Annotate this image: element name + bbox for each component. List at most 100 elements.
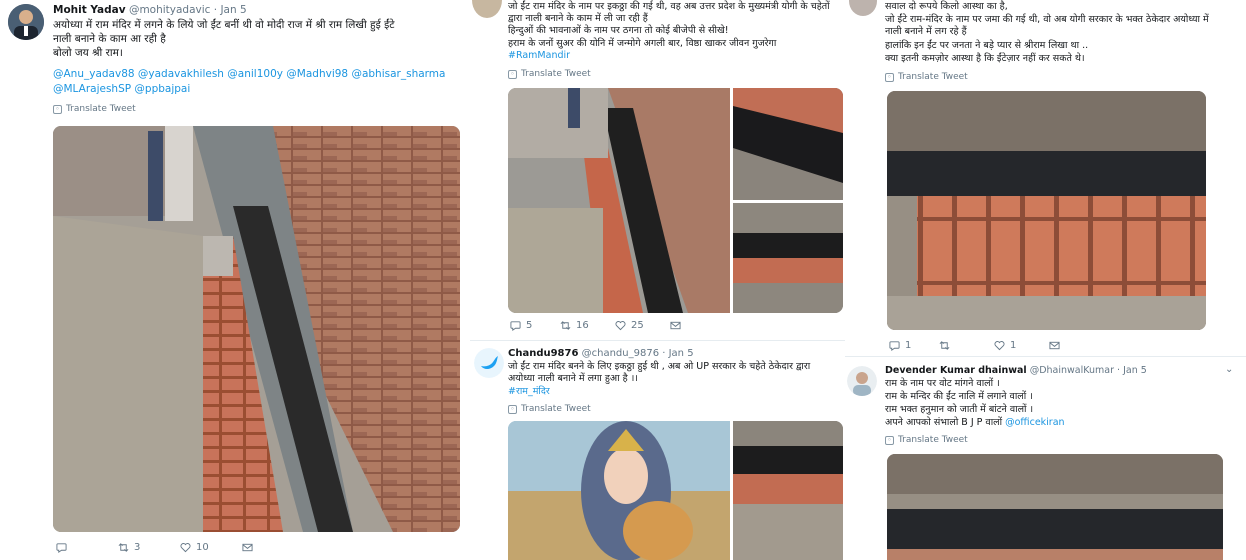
dm-button[interactable] (670, 320, 681, 331)
reply-icon (889, 341, 900, 351)
author-name[interactable]: Chandu9876 (508, 348, 578, 359)
tweet-divider (845, 356, 1246, 357)
tweet-photo[interactable] (53, 126, 460, 532)
translate-label: Translate Tweet (521, 404, 591, 414)
globe-icon: ◦ (885, 72, 894, 82)
tweet-column-1: Mohit Yadav @mohityadavic · Jan 5 अयोध्य… (0, 0, 470, 560)
tweet-date[interactable]: · Jan 5 (662, 348, 693, 359)
reply-icon (56, 543, 67, 553)
tweet-text-line: अयोध्या नाली बनाने में लगा हुआ है ।। (508, 373, 638, 384)
translate-tweet-link[interactable]: ◦ Translate Tweet (53, 104, 136, 114)
tweet-text-line: जो ईंटे राम-मंदिर के नाम पर जमा की गई थी… (885, 14, 1209, 25)
tweet-photo[interactable] (887, 91, 1206, 330)
like-count: 1 (1010, 340, 1017, 351)
tweet-text-line: नाली बनाने में लग रहे हैं (885, 26, 967, 37)
avatar[interactable] (474, 348, 504, 378)
retweet-button[interactable] (939, 340, 994, 351)
hashtag-link[interactable]: #राम_मंदिर (508, 386, 550, 398)
tweet-text-line: हराम के जनों सुअर की योनि में जन्मोगे अग… (508, 38, 777, 49)
globe-icon: ◦ (53, 104, 62, 114)
heart-icon (180, 543, 191, 553)
avatar[interactable] (849, 0, 877, 16)
reply-button[interactable]: 5 (510, 320, 560, 331)
like-button[interactable]: 25 (615, 320, 670, 331)
tweet-actions: 5 16 25 (510, 320, 681, 331)
tweet-text-line: सवाल दो रूपये किलो आस्था का है, (885, 1, 1008, 12)
like-button[interactable]: 10 (180, 542, 242, 553)
retweet-icon (560, 321, 571, 330)
mention-list[interactable]: @Anu_yadav88 @yadavakhilesh @anil100y @M… (53, 67, 445, 81)
globe-icon: ◦ (508, 69, 517, 79)
tweet-photo[interactable] (733, 203, 843, 313)
reply-count: 1 (905, 340, 912, 351)
avatar[interactable] (847, 366, 877, 396)
author-handle[interactable]: @DhainwalKumar (1030, 365, 1114, 376)
tweet-text-line: राम भक्त हनुमान को जाती में बांटने वालों… (885, 404, 1034, 415)
author-handle[interactable]: @chandu_9876 (582, 348, 659, 359)
chevron-down-icon[interactable]: ⌄ (1225, 364, 1233, 375)
translate-tweet-link[interactable]: ◦ Translate Tweet (508, 404, 591, 414)
hashtag-link[interactable]: #RamMandir (508, 50, 570, 62)
tweet-text-line: जो ईंट राम मंदिर बनने के लिए इकठ्ठा हुई … (508, 361, 811, 372)
tweet-photo[interactable] (887, 454, 1223, 560)
globe-icon: ◦ (508, 404, 517, 414)
mention-list[interactable]: @MLArajeshSP @ppbajpai (53, 82, 190, 96)
tweet-header: Chandu9876 @chandu_9876 · Jan 5 (508, 348, 694, 359)
tweet-text-line: राम के मन्दिर की ईंट नालि में लगाने वालो… (885, 391, 1033, 402)
retweet-button[interactable]: 16 (560, 320, 615, 331)
author-name[interactable]: Devender Kumar dhainwal (885, 365, 1027, 376)
tweet-column-2: जो ईंट राम मंदिर के नाम पर इकठ्ठा की गई … (470, 0, 845, 560)
retweet-icon (118, 543, 129, 552)
like-count: 10 (196, 542, 209, 553)
avatar[interactable] (472, 0, 502, 18)
tweet-text-line: बोलो जय श्री राम। (53, 47, 123, 59)
author-name[interactable]: Mohit Yadav (53, 4, 126, 16)
like-count: 25 (631, 320, 644, 331)
translate-tweet-link[interactable]: ◦ Translate Tweet (885, 72, 968, 82)
tweet-date[interactable]: · Jan 5 (214, 4, 247, 16)
tweet-text-line: नाली बनाने के काम आ रही है (53, 33, 166, 45)
tweet-photo[interactable] (508, 421, 730, 560)
avatar[interactable] (8, 4, 44, 40)
retweet-count: 16 (576, 320, 589, 331)
mention-link[interactable]: @officekiran (1005, 417, 1064, 428)
envelope-icon (1049, 341, 1060, 350)
dm-button[interactable] (1049, 340, 1060, 351)
tweet-column-3: सवाल दो रूपये किलो आस्था का है, जो ईंटे … (845, 0, 1246, 560)
translate-label: Translate Tweet (66, 104, 136, 114)
tweet-text-line: राम के नाम पर वोट मांगने वालों । (885, 378, 1000, 389)
reply-count: 5 (526, 320, 533, 331)
heart-icon (994, 341, 1005, 351)
translate-tweet-link[interactable]: ◦ Translate Tweet (508, 69, 591, 79)
tweet-text-line: द्वारा नाली बनाने के काम में ली जा रही ह… (508, 13, 648, 24)
author-handle[interactable]: @mohityadavic (129, 4, 211, 16)
tweet-photo[interactable] (508, 88, 730, 313)
tweet-photo[interactable] (733, 421, 843, 560)
translate-label: Translate Tweet (521, 69, 591, 79)
tweet-text-line: अयोध्या में राम मंदिर में लगने के लिये ज… (53, 19, 395, 31)
heart-icon (615, 321, 626, 331)
tweet-text-line: क्या इतनी कमज़ोर आस्था है कि ईंटेज़ार नह… (885, 53, 1085, 64)
tweet-photo[interactable] (733, 88, 843, 200)
tweet-divider (470, 340, 845, 341)
like-button[interactable]: 1 (994, 340, 1049, 351)
tweet-actions: 1 1 (889, 340, 1060, 351)
tweet-text-line: हालांकि इन ईंट पर जनता ने बड़े प्यार से … (885, 40, 1089, 51)
tweet-text-line: अपने आपको संभालो B J P वालों @officekira… (885, 417, 1065, 429)
translate-label: Translate Tweet (898, 435, 968, 445)
translate-tweet-link[interactable]: ◦ Translate Tweet (885, 435, 968, 445)
retweet-button[interactable]: 3 (118, 542, 180, 553)
envelope-icon (670, 321, 681, 330)
tweet-header: Mohit Yadav @mohityadavic · Jan 5 (53, 4, 247, 16)
tweet-text-line: हिन्दुओं की भावनाओं के नाम पर ठगना तो को… (508, 25, 729, 36)
reply-icon (510, 321, 521, 331)
tweet-actions: 3 10 (56, 542, 253, 553)
tweet-text-line: जो ईंट राम मंदिर के नाम पर इकठ्ठा की गई … (508, 1, 830, 12)
tweet-date[interactable]: · Jan 5 (1117, 365, 1147, 376)
reply-button[interactable] (56, 542, 118, 553)
retweet-count: 3 (134, 542, 141, 553)
dm-button[interactable] (242, 542, 253, 553)
reply-button[interactable]: 1 (889, 340, 939, 351)
envelope-icon (242, 543, 253, 552)
globe-icon: ◦ (885, 435, 894, 445)
